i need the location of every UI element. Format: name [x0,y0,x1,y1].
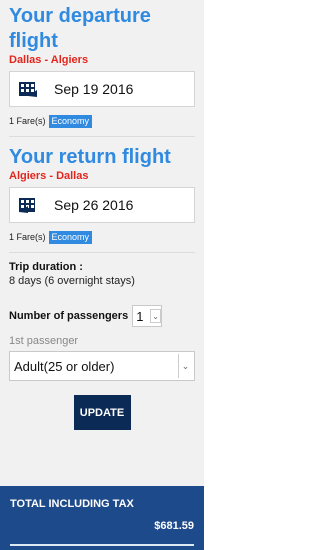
departure-date-field[interactable]: Sep 19 2016 [9,71,195,107]
total-amount: $681.59 [154,520,194,532]
passenger-count-label: Number of passengers [9,310,129,322]
departure-route: Dallas - Algiers [9,54,89,66]
return-fare-line: 1 Fare(s) Economy [9,230,195,244]
calendar-icon [18,80,38,98]
calendar-icon [18,196,38,214]
divider [9,136,195,137]
return-date-field[interactable]: Sep 26 2016 [9,187,195,223]
total-box: TOTAL INCLUDING TAX $681.59 [0,486,204,550]
divider [9,252,195,253]
trip-duration-value: 8 days (6 overnight stays) [9,275,135,287]
departure-fare-count: 1 Fare(s) [9,116,46,126]
return-title: Your return flight [9,146,171,168]
passenger-type-select[interactable]: Adult(25 or older) ⌄ [9,351,195,381]
total-label: TOTAL INCLUDING TAX [10,498,134,510]
return-route: Algiers - Dallas [9,170,89,182]
return-date: Sep 26 2016 [54,197,134,213]
passenger-type-value: Adult(25 or older) [14,358,115,374]
departure-fare-line: 1 Fare(s) Economy [9,114,195,128]
first-passenger-label: 1st passenger [9,335,79,347]
return-fare-count: 1 Fare(s) [9,232,46,242]
trip-duration-label: Trip duration : [9,261,83,273]
departure-class-badge: Economy [48,114,93,128]
return-section: Your return flight Algiers - Dallas Sep … [9,145,195,244]
passenger-count-select[interactable]: 1 ⌄ [132,305,163,327]
passenger-count-row: Number of passengers 1 ⌄ [9,305,195,327]
total-divider [10,544,194,546]
chevron-down-icon: ⌄ [178,354,192,378]
update-button[interactable]: UPDATE [73,395,131,430]
passenger-count-value: 1 [136,308,144,324]
departure-section: Your departure flight Dallas - Algiers S… [9,0,195,128]
trip-duration: Trip duration : 8 days (6 overnight stay… [9,261,195,287]
return-class-badge: Economy [48,230,93,244]
departure-title: Your departure flight [9,5,151,52]
departure-date: Sep 19 2016 [54,81,134,97]
update-wrap: UPDATE [9,395,195,430]
chevron-down-icon: ⌄ [150,309,162,323]
booking-summary-panel: Your departure flight Dallas - Algiers S… [0,0,204,550]
